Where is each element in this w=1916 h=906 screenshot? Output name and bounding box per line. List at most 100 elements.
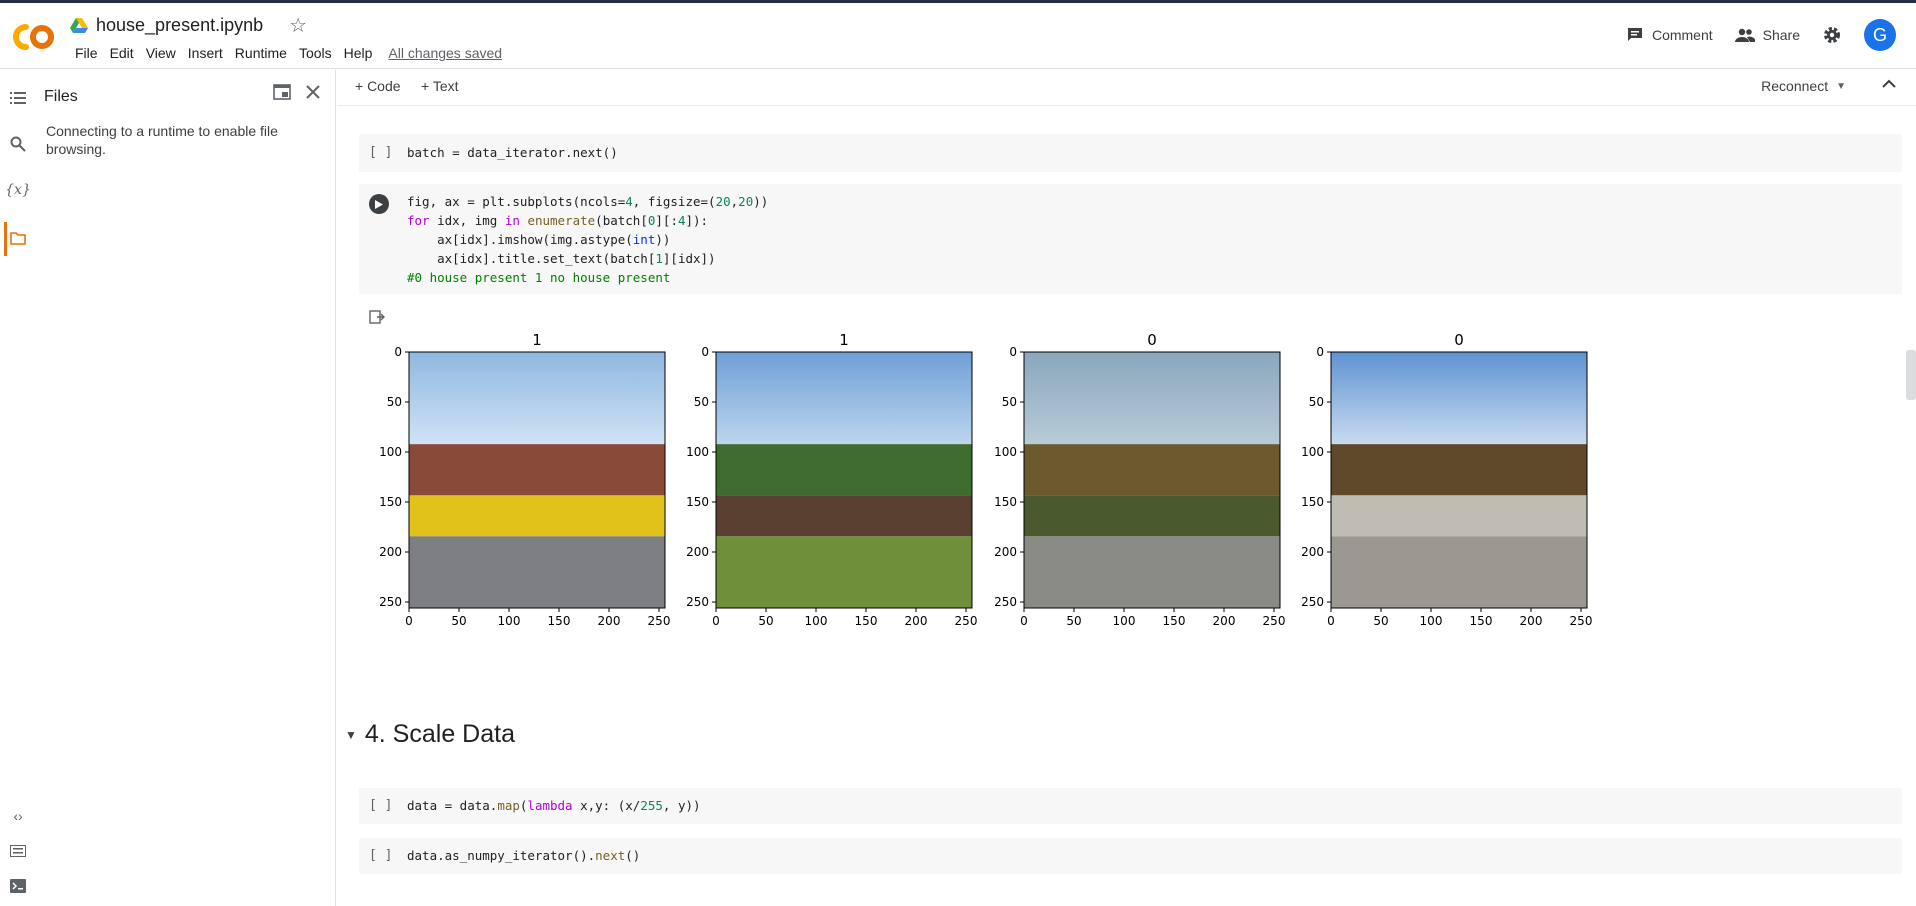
cell-run-bracket[interactable]: [ ] [369,145,392,160]
star-icon[interactable]: ☆ [289,13,307,38]
y-tick-label: 0 [1316,345,1324,359]
active-indicator [4,222,7,256]
y-tick-label: 100 [994,445,1017,459]
gear-icon[interactable] [1822,25,1842,45]
x-tick-label: 250 [648,614,671,628]
cell-run-bracket[interactable]: [ ] [369,848,392,863]
plot-title: 1 [839,331,849,349]
output-icon[interactable] [369,310,385,327]
menu-runtime[interactable]: Runtime [229,43,293,63]
y-tick-label: 150 [994,495,1017,509]
folder-icon[interactable] [8,228,28,248]
x-tick-label: 50 [758,614,773,628]
cell-run-bracket[interactable]: [ ] [369,798,392,813]
image-buildings-trees [1331,444,1587,496]
comment-icon [1627,28,1642,41]
add-text-button[interactable]: + Text [421,78,459,94]
close-icon[interactable] [305,84,321,100]
x-tick-label: 100 [1420,614,1443,628]
x-tick-label: 0 [405,614,413,628]
variables-icon[interactable]: {x} [5,180,31,200]
y-tick-label: 250 [686,595,709,609]
plot-title: 1 [532,331,542,349]
terminal-icon[interactable] [8,876,28,896]
share-button[interactable]: Share [1734,27,1800,43]
x-tick-label: 200 [598,614,621,628]
notebook-title[interactable]: house_present.ipynb [96,15,263,36]
run-cell-button[interactable] [369,194,389,214]
code-cell-plot[interactable]: fig, ax = plt.subplots(ncols=4, figsize=… [359,184,1902,294]
section-header: ▼ 4. Scale Data [345,720,515,749]
x-tick-label: 200 [1520,614,1543,628]
image-sky [1331,352,1587,445]
code-cell-batch[interactable]: [ ] batch = data_iterator.next() [359,134,1902,172]
y-tick-label: 100 [379,445,402,459]
code-cell-numpy[interactable]: [ ] data.as_numpy_iterator().next() [359,838,1902,874]
files-connecting-message: Connecting to a runtime to enable file b… [46,123,278,157]
x-tick-label: 200 [1213,614,1236,628]
saved-status[interactable]: All changes saved [382,43,508,63]
add-text-label: + Text [421,78,459,94]
files-panel-title: Files [44,88,78,105]
x-tick-label: 150 [1163,614,1186,628]
image-ground [409,536,665,608]
y-tick-label: 200 [994,545,1017,559]
image-buildings-trees [1024,444,1280,496]
y-tick-label: 0 [1009,345,1017,359]
cell-code-plot[interactable]: fig, ax = plt.subplots(ncols=4, figsize=… [407,192,768,287]
x-tick-label: 250 [955,614,978,628]
collapse-section-icon[interactable]: ▼ [345,728,357,742]
colab-logo-icon[interactable] [12,17,56,57]
play-icon [375,199,383,209]
x-tick-label: 150 [1470,614,1493,628]
menu-file[interactable]: File [69,43,104,63]
command-palette-icon[interactable] [8,841,28,861]
search-icon[interactable] [8,134,28,154]
y-tick-label: 50 [694,395,709,409]
y-tick-label: 250 [1301,595,1324,609]
image-midground [716,495,972,537]
menu-view[interactable]: View [140,43,182,63]
open-in-window-icon[interactable] [273,84,291,100]
menu-tools[interactable]: Tools [293,43,338,63]
toc-icon[interactable] [8,88,28,108]
menu-help[interactable]: Help [338,43,379,63]
chevron-up-icon[interactable] [1882,76,1896,92]
x-tick-label: 100 [805,614,828,628]
header: house_present.ipynb ☆ File Edit View Ins… [0,3,1916,69]
y-tick-label: 50 [1002,395,1017,409]
cell-code[interactable]: batch = data_iterator.next() [407,143,618,162]
people-icon [1734,28,1755,42]
image-sky [409,352,665,445]
image-ground [716,536,972,608]
image-midground [409,495,665,537]
x-tick-label: 100 [1113,614,1136,628]
x-tick-label: 50 [451,614,466,628]
reconnect-button[interactable]: Reconnect ▼ [1761,78,1846,94]
cell-code-numpy[interactable]: data.as_numpy_iterator().next() [407,846,640,865]
y-tick-label: 150 [686,495,709,509]
comment-button[interactable]: Comment [1626,26,1713,44]
share-label: Share [1762,27,1800,43]
cell-code-scale[interactable]: data = data.map(lambda x,y: (x/255, y)) [407,796,701,815]
notebook-main: + Code + Text Reconnect ▼ [ ] batch = da… [337,70,1916,906]
menu-edit[interactable]: Edit [104,43,140,63]
x-tick-label: 150 [548,614,571,628]
scrollbar-thumb[interactable] [1906,350,1916,400]
x-tick-label: 200 [905,614,928,628]
chevron-down-icon[interactable]: ▼ [1836,81,1846,92]
image-midground [1331,495,1587,537]
x-tick-label: 0 [1327,614,1335,628]
avatar[interactable]: G [1864,19,1896,51]
code-snippets-icon[interactable]: ‹› [8,806,28,826]
add-code-button[interactable]: + Code [355,78,401,94]
image-ground [1024,536,1280,608]
y-tick-label: 250 [379,595,402,609]
image-grid-plot: 10 50 100 150 200 25005010015020025010 50 100 15… [379,331,1592,628]
menu-insert[interactable]: Insert [182,43,229,63]
x-tick-label: 100 [498,614,521,628]
x-tick-label: 50 [1066,614,1081,628]
image-ground [1331,536,1587,608]
y-tick-label: 250 [994,595,1017,609]
code-cell-scale[interactable]: [ ] data = data.map(lambda x,y: (x/255, … [359,788,1902,824]
